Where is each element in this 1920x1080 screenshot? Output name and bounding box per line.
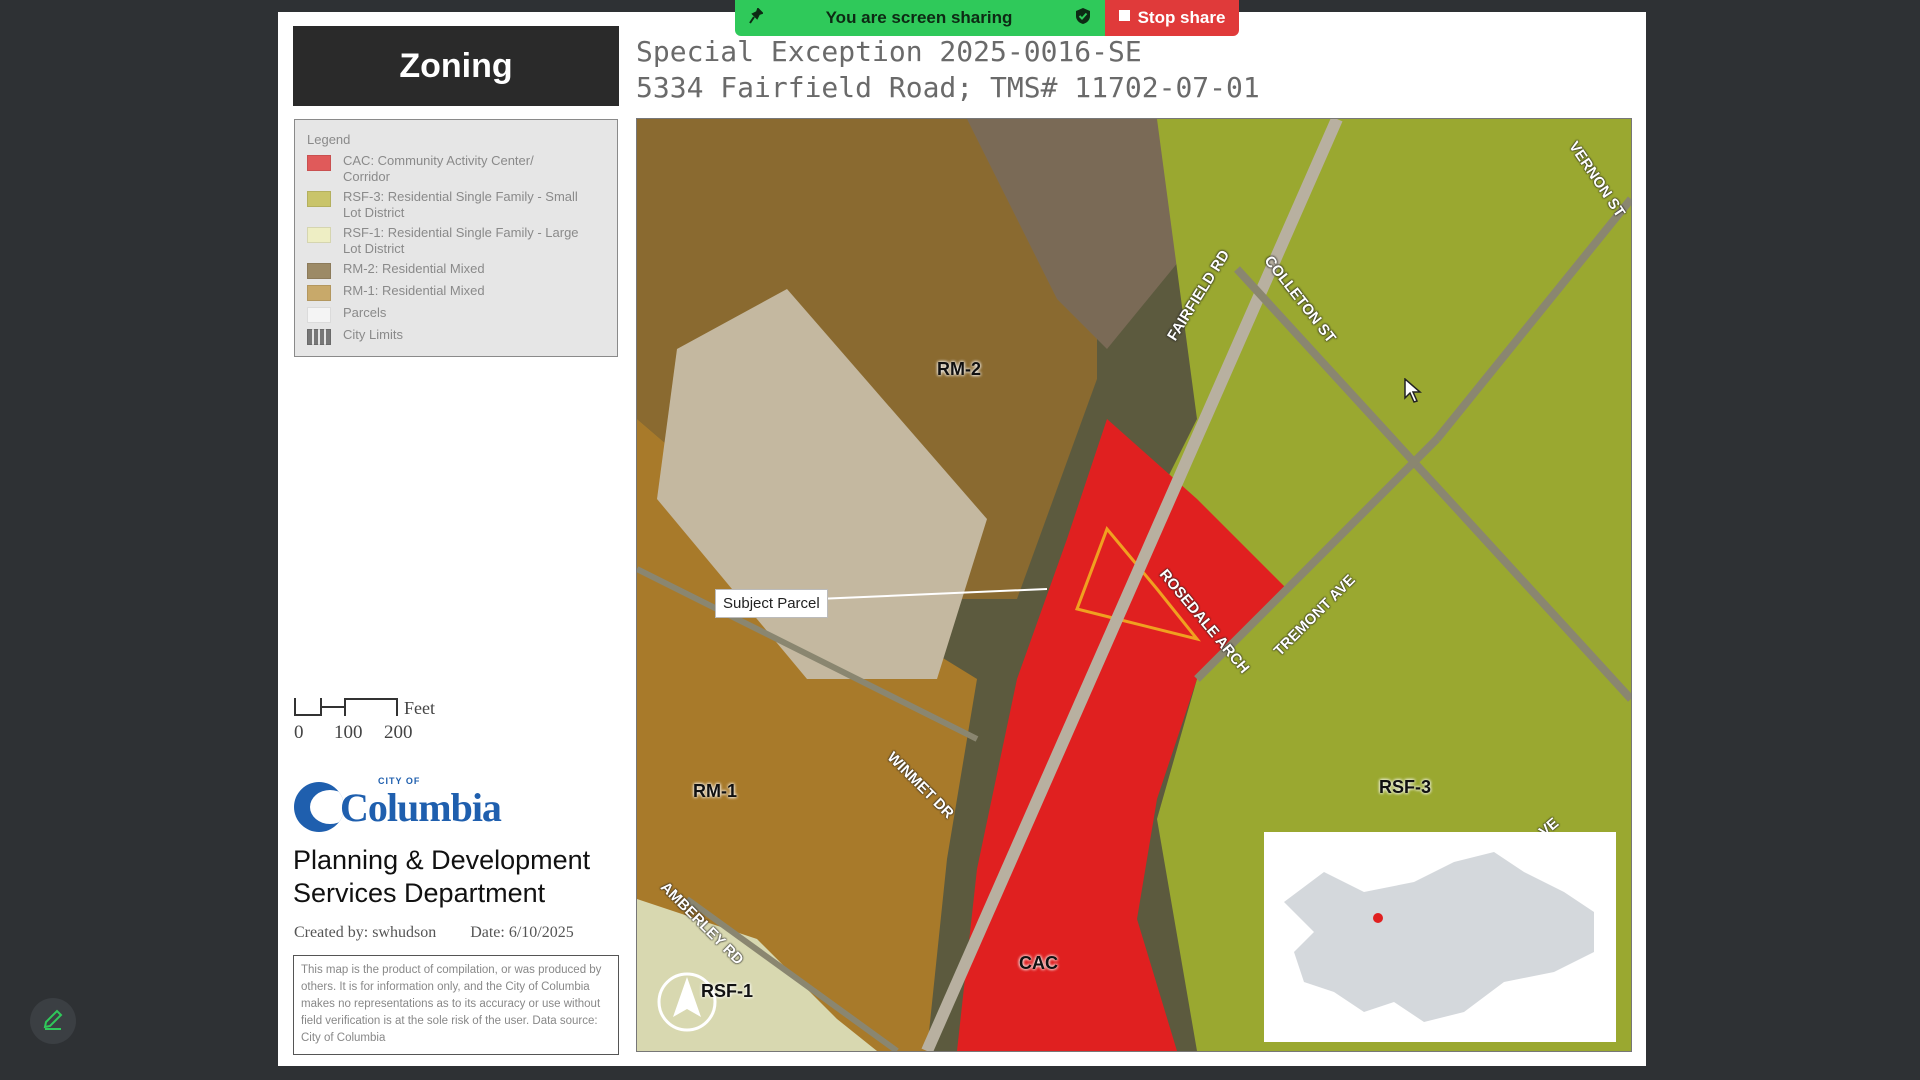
zone-label-rsf1: RSF-1 [701, 981, 754, 1001]
stop-icon [1118, 9, 1130, 21]
legend-panel: Legend CAC: Community Activity Center/ C… [294, 119, 618, 357]
zone-label-rm1: RM-1 [693, 781, 737, 801]
mouse-cursor-icon [1404, 377, 1423, 409]
legend-swatch [307, 155, 331, 171]
legend-item-city-limits: City Limits [307, 327, 605, 345]
city-outline-shape [1284, 852, 1594, 1022]
location-marker [1373, 913, 1383, 923]
map-title: Special Exception 2025-0016-SE 5334 Fair… [636, 34, 1260, 106]
legend-swatch [307, 191, 331, 207]
legend-swatch [307, 329, 331, 345]
scale-segment [294, 698, 322, 716]
legend-item-rm1: RM-1: Residential Mixed [307, 283, 605, 301]
share-status: You are screen sharing [735, 0, 1105, 36]
map-title-line2: 5334 Fairfield Road; TMS# 11702-07-01 [636, 71, 1260, 104]
zone-label-cac: CAC [1019, 953, 1058, 973]
pencil-icon [42, 1008, 64, 1035]
legend-label: RM-1: Residential Mixed [343, 283, 485, 298]
legend-swatch [307, 307, 331, 323]
map-heading: Zoning [293, 26, 619, 106]
scale-bar-graphic: Feet [294, 698, 435, 718]
inset-map-canvas [1284, 852, 1594, 1022]
created-date: Date: 6/10/2025 [470, 924, 574, 941]
scale-ticks: 0 100 200 [294, 722, 454, 746]
scale-tick: 0 [294, 722, 304, 743]
legend-item-rm2: RM-2: Residential Mixed [307, 261, 605, 279]
annotate-button[interactable] [30, 998, 76, 1044]
screen-share-viewer: Zoning Special Exception 2025-0016-SE 53… [0, 0, 1920, 1080]
created-info: Created by: swhudson Date: 6/10/2025 [294, 924, 574, 942]
zone-label-rm2: RM-2 [937, 359, 981, 379]
stop-share-label: Stop share [1137, 8, 1226, 27]
legend-swatch [307, 263, 331, 279]
scale-tick: 200 [384, 722, 413, 743]
subject-parcel-callout: Subject Parcel [715, 589, 828, 618]
scale-bar: Feet 0 100 200 [294, 698, 454, 746]
legend-title: Legend [307, 132, 351, 147]
legend-item-rsf3: RSF-3: Residential Single Family - Small… [307, 189, 605, 221]
legend-label: Parcels [343, 305, 387, 320]
legend-item-cac: CAC: Community Activity Center/ Corridor [307, 153, 605, 185]
inset-locator-map [1264, 832, 1616, 1042]
department-name: Planning & Development Services Departme… [293, 844, 590, 910]
logo-wordmark: Columbia [340, 784, 502, 830]
share-status-text: You are screen sharing [825, 8, 1013, 27]
legend-swatch [307, 285, 331, 301]
pin-icon[interactable] [749, 6, 764, 29]
disclaimer: This map is the product of compilation, … [293, 955, 619, 1055]
created-by: Created by: swhudson [294, 924, 437, 941]
department-line2: Services Department [293, 878, 546, 908]
legend-label: RM-2: Residential Mixed [343, 261, 485, 276]
scale-segment [320, 706, 346, 716]
scale-segment [344, 698, 398, 716]
scale-unit: Feet [404, 698, 435, 718]
city-logo: Columbia CITY OF [294, 776, 502, 832]
legend-label: RSF-1: Residential Single Family - Large… [343, 225, 579, 256]
map-title-line1: Special Exception 2025-0016-SE [636, 35, 1142, 68]
zoning-map: Subject Parcel RM-2 RM-1 RSF-3 CAC RSF-1… [636, 118, 1632, 1052]
logo-mark-icon [294, 782, 344, 832]
screen-share-bar: You are screen sharing Stop share [735, 0, 1239, 36]
zone-label-rsf3: RSF-3 [1379, 777, 1432, 797]
legend-label: CAC: Community Activity Center/ Corridor [343, 153, 534, 184]
legend-item-rsf1: RSF-1: Residential Single Family - Large… [307, 225, 605, 257]
logo-city-of: CITY OF [378, 776, 421, 786]
legend-item-parcels: Parcels [307, 305, 605, 323]
shield-check-icon [1075, 7, 1091, 30]
zoning-map-slide: Zoning Special Exception 2025-0016-SE 53… [278, 12, 1646, 1066]
scale-tick: 100 [334, 722, 363, 743]
legend-swatch [307, 227, 331, 243]
legend-label: RSF-3: Residential Single Family - Small… [343, 189, 578, 220]
stop-share-button[interactable]: Stop share [1105, 0, 1239, 36]
department-line1: Planning & Development [293, 845, 591, 875]
legend-label: City Limits [343, 327, 403, 342]
